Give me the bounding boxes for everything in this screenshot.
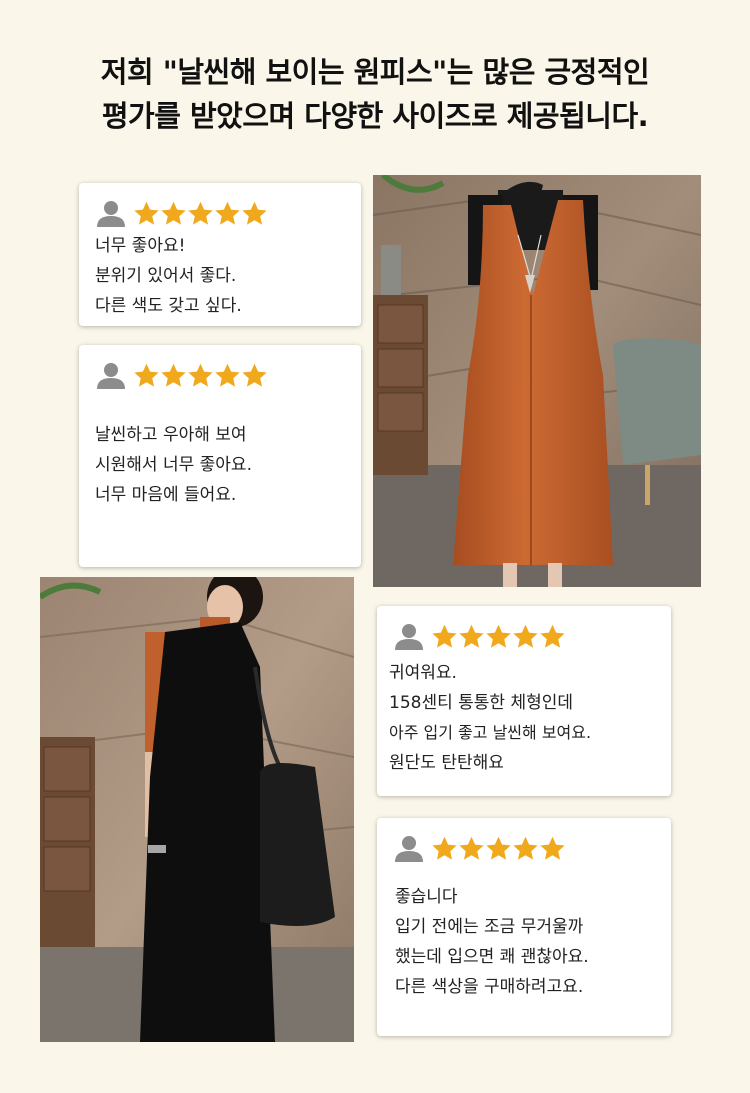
review-line: 날씬하고 우아해 보여	[95, 425, 247, 445]
star-icon	[134, 363, 159, 387]
star-rating	[133, 362, 268, 389]
review-text: 너무 좋아요! 분위기 있어서 좋다. 다른 색도 갖고 싶다.	[95, 231, 242, 321]
review-line: 원단도 탄탄해요	[389, 753, 504, 773]
star-icon	[540, 836, 565, 860]
star-icon	[432, 624, 457, 648]
star-icon	[432, 836, 457, 860]
star-icon	[242, 201, 267, 225]
review-card-4: 좋습니다 입기 전에는 조금 무거울까 했는데 입으면 쾌 괜찮아요. 다른 색…	[377, 818, 671, 1036]
star-icon	[459, 624, 484, 648]
review-line: 좋습니다	[395, 887, 458, 907]
star-rating	[431, 623, 566, 650]
user-avatar-icon	[395, 836, 423, 862]
review-text: 좋습니다 입기 전에는 조금 무거울까 했는데 입으면 쾌 괜찮아요. 다른 색…	[395, 882, 589, 1002]
review-line: 다른 색상을 구매하려고요.	[395, 977, 584, 997]
review-line: 분위기 있어서 좋다.	[95, 266, 237, 286]
review-card-1: 너무 좋아요! 분위기 있어서 좋다. 다른 색도 갖고 싶다.	[79, 183, 361, 326]
star-rating	[133, 200, 268, 227]
star-rating	[431, 835, 566, 862]
star-icon	[215, 201, 240, 225]
star-icon	[459, 836, 484, 860]
star-icon	[486, 624, 511, 648]
review-line: 너무 좋아요!	[95, 236, 186, 256]
user-avatar-icon	[395, 624, 423, 650]
star-icon	[161, 363, 186, 387]
review-line: 아주 입기 좋고 날씬해 보여요.	[389, 723, 592, 742]
star-icon	[134, 201, 159, 225]
review-line: 시원해서 너무 좋아요.	[95, 455, 252, 475]
product-photo-rust-dress	[373, 175, 701, 587]
user-avatar-icon	[97, 201, 125, 227]
review-line: 입기 전에는 조금 무거울까	[395, 917, 584, 937]
review-text: 귀여워요. 158센티 통통한 체형인데 아주 입기 좋고 날씬해 보여요. 원…	[389, 658, 591, 778]
review-line: 귀여워요.	[389, 663, 457, 683]
user-avatar-icon	[97, 363, 125, 389]
star-icon	[513, 836, 538, 860]
star-icon	[486, 836, 511, 860]
review-header	[95, 197, 268, 229]
review-card-3: 귀여워요. 158센티 통통한 체형인데 아주 입기 좋고 날씬해 보여요. 원…	[377, 606, 671, 796]
review-card-2: 날씬하고 우아해 보여 시원해서 너무 좋아요. 너무 마음에 들어요.	[79, 345, 361, 567]
star-icon	[188, 363, 213, 387]
star-icon	[513, 624, 538, 648]
review-text: 날씬하고 우아해 보여 시원해서 너무 좋아요. 너무 마음에 들어요.	[95, 420, 252, 510]
star-icon	[242, 363, 267, 387]
review-header	[95, 359, 268, 391]
star-icon	[540, 624, 565, 648]
review-header	[393, 832, 566, 864]
review-line: 했는데 입으면 쾌 괜찮아요.	[395, 947, 589, 967]
headline: 저희 "날씬해 보이는 원피스"는 많은 긍정적인 평가를 받았으며 다양한 사…	[20, 50, 730, 138]
review-line: 158센티 통통한 체형인데	[389, 693, 574, 713]
review-line: 다른 색도 갖고 싶다.	[95, 296, 242, 316]
star-icon	[161, 201, 186, 225]
star-icon	[188, 201, 213, 225]
review-header	[393, 620, 566, 652]
product-photo-black-dress	[40, 577, 354, 1042]
headline-line-2: 평가를 받았으며 다양한 사이즈로 제공됩니다.	[101, 99, 649, 133]
headline-line-1: 저희 "날씬해 보이는 원피스"는 많은 긍정적인	[100, 55, 650, 89]
review-line: 너무 마음에 들어요.	[95, 485, 237, 505]
star-icon	[215, 363, 240, 387]
